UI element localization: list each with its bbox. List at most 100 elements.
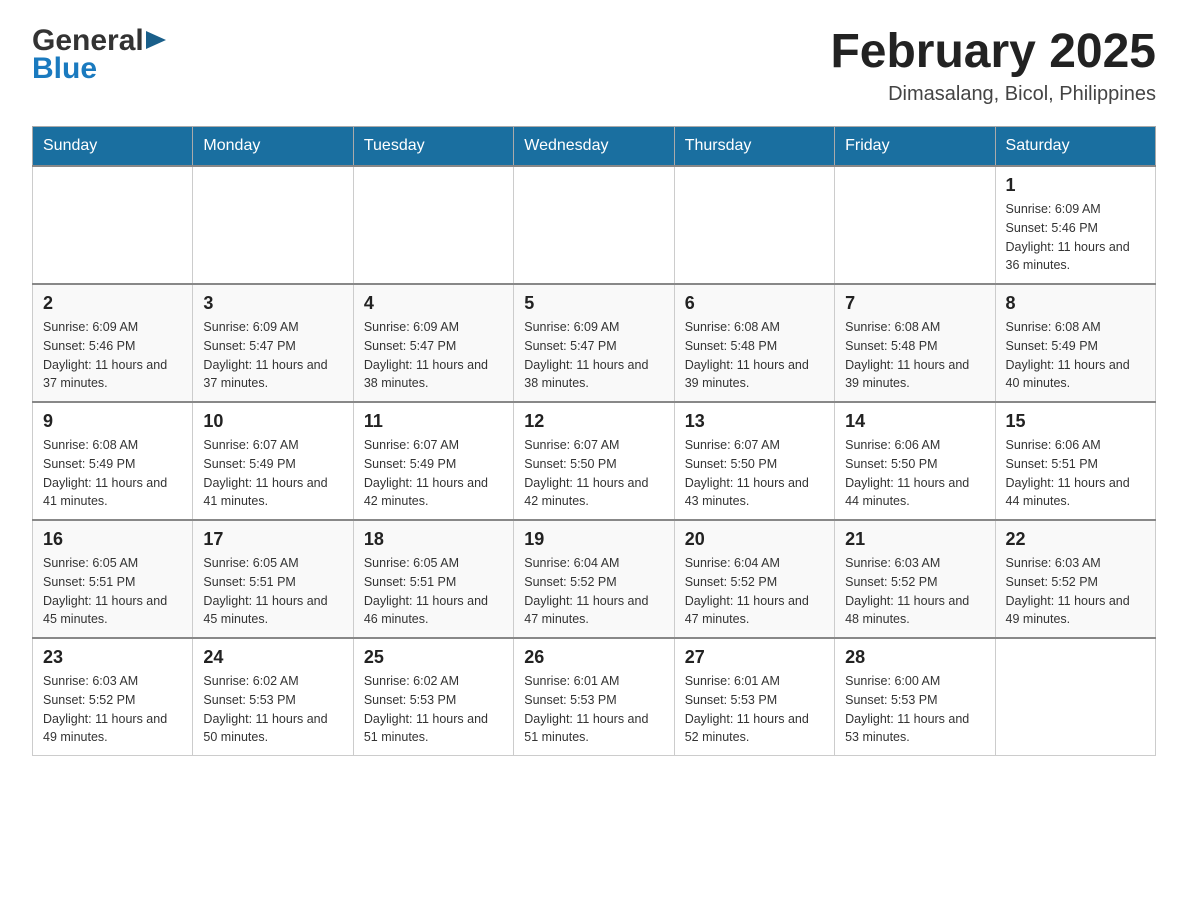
day-info: Sunrise: 6:02 AM Sunset: 5:53 PM Dayligh…	[203, 672, 342, 747]
calendar-cell	[995, 638, 1155, 756]
day-number: 4	[364, 293, 503, 314]
title-section: February 2025 Dimasalang, Bicol, Philipp…	[830, 24, 1156, 106]
day-number: 15	[1006, 411, 1145, 432]
day-info: Sunrise: 6:06 AM Sunset: 5:51 PM Dayligh…	[1006, 436, 1145, 511]
day-number: 24	[203, 647, 342, 668]
day-number: 23	[43, 647, 182, 668]
week-row-2: 2 Sunrise: 6:09 AM Sunset: 5:46 PM Daylig…	[33, 284, 1156, 402]
day-number: 20	[685, 529, 824, 550]
day-info: Sunrise: 6:00 AM Sunset: 5:53 PM Dayligh…	[845, 672, 984, 747]
calendar-cell: 11Sunrise: 6:07 AM Sunset: 5:49 PM Dayli…	[353, 402, 513, 520]
day-number: 14	[845, 411, 984, 432]
header-wednesday: Wednesday	[514, 127, 674, 167]
calendar-cell: 18 Sunrise: 6:05 AM Sunset: 5:51 PM Dayli…	[353, 520, 513, 638]
calendar-cell: 3 Sunrise: 6:09 AM Sunset: 5:47 PM Daylig…	[193, 284, 353, 402]
calendar-cell: 8 Sunrise: 6:08 AM Sunset: 5:49 PM Daylig…	[995, 284, 1155, 402]
day-info: Sunrise: 6:06 AM Sunset: 5:50 PM Dayligh…	[845, 436, 984, 511]
day-number: 25	[364, 647, 503, 668]
day-info: Sunrise: 6:07 AM Sunset: 5:49 PM Dayligh…	[364, 436, 503, 511]
calendar-cell	[674, 166, 834, 284]
day-info: Sunrise: 6:07 AM Sunset: 5:50 PM Dayligh…	[685, 436, 824, 511]
calendar-cell: 14 Sunrise: 6:06 AM Sunset: 5:50 PM Dayli…	[835, 402, 995, 520]
day-number: 17	[203, 529, 342, 550]
day-info: Sunrise: 6:08 AM Sunset: 5:49 PM Dayligh…	[1006, 318, 1145, 393]
day-number: 3	[203, 293, 342, 314]
day-info: Sunrise: 6:04 AM Sunset: 5:52 PM Dayligh…	[685, 554, 824, 629]
day-info: Sunrise: 6:09 AM Sunset: 5:47 PM Dayligh…	[203, 318, 342, 393]
day-info: Sunrise: 6:08 AM Sunset: 5:48 PM Dayligh…	[685, 318, 824, 393]
day-number: 27	[685, 647, 824, 668]
calendar-cell	[193, 166, 353, 284]
calendar-cell: 15 Sunrise: 6:06 AM Sunset: 5:51 PM Dayli…	[995, 402, 1155, 520]
calendar-cell	[33, 166, 193, 284]
day-number: 16	[43, 529, 182, 550]
calendar-cell	[514, 166, 674, 284]
day-info: Sunrise: 6:08 AM Sunset: 5:48 PM Dayligh…	[845, 318, 984, 393]
calendar-cell: 25 Sunrise: 6:02 AM Sunset: 5:53 PM Dayli…	[353, 638, 513, 756]
header-monday: Monday	[193, 127, 353, 167]
day-number: 9	[43, 411, 182, 432]
day-number: 18	[364, 529, 503, 550]
calendar-cell: 13 Sunrise: 6:07 AM Sunset: 5:50 PM Dayli…	[674, 402, 834, 520]
calendar-cell: 6 Sunrise: 6:08 AM Sunset: 5:48 PM Daylig…	[674, 284, 834, 402]
calendar-table: Sunday Monday Tuesday Wednesday Thursday…	[32, 126, 1156, 756]
day-number: 12	[524, 411, 663, 432]
day-number: 19	[524, 529, 663, 550]
header-thursday: Thursday	[674, 127, 834, 167]
calendar-cell: 2 Sunrise: 6:09 AM Sunset: 5:46 PM Daylig…	[33, 284, 193, 402]
calendar-cell	[353, 166, 513, 284]
header-friday: Friday	[835, 127, 995, 167]
logo-triangle-icon	[146, 29, 168, 51]
day-number: 1	[1006, 175, 1145, 196]
weekday-header-row: Sunday Monday Tuesday Wednesday Thursday…	[33, 127, 1156, 167]
calendar-cell: 28 Sunrise: 6:00 AM Sunset: 5:53 PM Dayli…	[835, 638, 995, 756]
calendar-cell: 17 Sunrise: 6:05 AM Sunset: 5:51 PM Dayli…	[193, 520, 353, 638]
day-number: 6	[685, 293, 824, 314]
day-info: Sunrise: 6:07 AM Sunset: 5:50 PM Dayligh…	[524, 436, 663, 511]
day-number: 22	[1006, 529, 1145, 550]
calendar-cell: 27 Sunrise: 6:01 AM Sunset: 5:53 PM Dayli…	[674, 638, 834, 756]
day-info: Sunrise: 6:09 AM Sunset: 5:47 PM Dayligh…	[524, 318, 663, 393]
day-number: 26	[524, 647, 663, 668]
day-info: Sunrise: 6:07 AM Sunset: 5:49 PM Dayligh…	[203, 436, 342, 511]
calendar-cell: 5 Sunrise: 6:09 AM Sunset: 5:47 PM Daylig…	[514, 284, 674, 402]
day-info: Sunrise: 6:05 AM Sunset: 5:51 PM Dayligh…	[364, 554, 503, 629]
day-info: Sunrise: 6:09 AM Sunset: 5:46 PM Dayligh…	[43, 318, 182, 393]
calendar-cell: 19 Sunrise: 6:04 AM Sunset: 5:52 PM Dayli…	[514, 520, 674, 638]
day-number: 13	[685, 411, 824, 432]
day-info: Sunrise: 6:03 AM Sunset: 5:52 PM Dayligh…	[43, 672, 182, 747]
calendar-subtitle: Dimasalang, Bicol, Philippines	[830, 83, 1156, 106]
day-info: Sunrise: 6:04 AM Sunset: 5:52 PM Dayligh…	[524, 554, 663, 629]
calendar-cell: 21 Sunrise: 6:03 AM Sunset: 5:52 PM Dayli…	[835, 520, 995, 638]
calendar-cell: 22 Sunrise: 6:03 AM Sunset: 5:52 PM Dayli…	[995, 520, 1155, 638]
day-number: 5	[524, 293, 663, 314]
logo: General Blue	[32, 24, 168, 86]
day-number: 21	[845, 529, 984, 550]
calendar-cell: 1 Sunrise: 6:09 AM Sunset: 5:46 PM Daylig…	[995, 166, 1155, 284]
calendar-cell: 20 Sunrise: 6:04 AM Sunset: 5:52 PM Dayli…	[674, 520, 834, 638]
calendar-cell: 10 Sunrise: 6:07 AM Sunset: 5:49 PM Dayli…	[193, 402, 353, 520]
calendar-cell: 4Sunrise: 6:09 AM Sunset: 5:47 PM Daylig…	[353, 284, 513, 402]
day-info: Sunrise: 6:02 AM Sunset: 5:53 PM Dayligh…	[364, 672, 503, 747]
day-info: Sunrise: 6:03 AM Sunset: 5:52 PM Dayligh…	[845, 554, 984, 629]
calendar-title: February 2025	[830, 24, 1156, 79]
day-info: Sunrise: 6:05 AM Sunset: 5:51 PM Dayligh…	[43, 554, 182, 629]
calendar-cell: 24 Sunrise: 6:02 AM Sunset: 5:53 PM Dayli…	[193, 638, 353, 756]
calendar-cell: 26 Sunrise: 6:01 AM Sunset: 5:53 PM Dayli…	[514, 638, 674, 756]
header-sunday: Sunday	[33, 127, 193, 167]
header-tuesday: Tuesday	[353, 127, 513, 167]
day-info: Sunrise: 6:09 AM Sunset: 5:46 PM Dayligh…	[1006, 200, 1145, 275]
day-number: 28	[845, 647, 984, 668]
day-info: Sunrise: 6:01 AM Sunset: 5:53 PM Dayligh…	[524, 672, 663, 747]
day-number: 8	[1006, 293, 1145, 314]
day-number: 2	[43, 293, 182, 314]
day-info: Sunrise: 6:03 AM Sunset: 5:52 PM Dayligh…	[1006, 554, 1145, 629]
day-info: Sunrise: 6:01 AM Sunset: 5:53 PM Dayligh…	[685, 672, 824, 747]
day-number: 7	[845, 293, 984, 314]
calendar-cell: 23 Sunrise: 6:03 AM Sunset: 5:52 PM Dayli…	[33, 638, 193, 756]
calendar-cell: 12 Sunrise: 6:07 AM Sunset: 5:50 PM Dayli…	[514, 402, 674, 520]
calendar-cell: 9Sunrise: 6:08 AM Sunset: 5:49 PM Daylig…	[33, 402, 193, 520]
week-row-5: 23 Sunrise: 6:03 AM Sunset: 5:52 PM Dayli…	[33, 638, 1156, 756]
day-info: Sunrise: 6:05 AM Sunset: 5:51 PM Dayligh…	[203, 554, 342, 629]
day-number: 10	[203, 411, 342, 432]
